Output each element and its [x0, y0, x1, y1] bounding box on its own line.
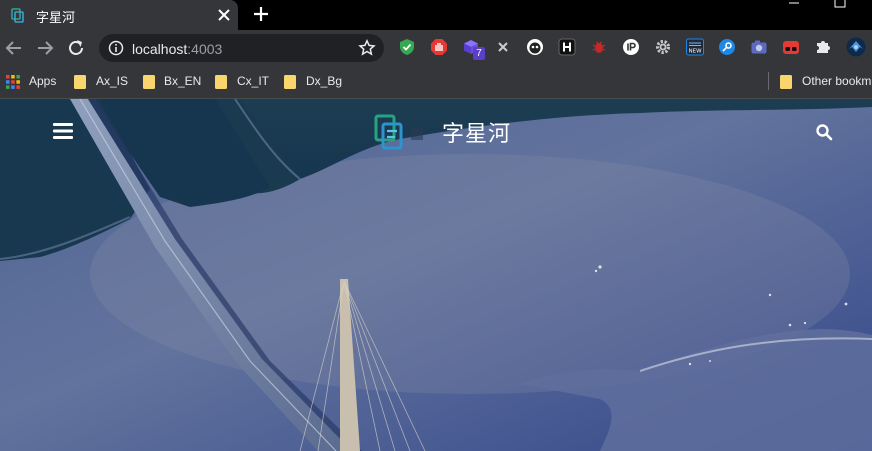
tab-title: 字星河	[36, 10, 76, 25]
new-badge-icon[interactable]: NEW	[686, 38, 704, 56]
hamburger-menu-icon[interactable]	[52, 121, 74, 141]
apps-grid-icon	[6, 75, 20, 89]
hand-stop-icon[interactable]	[430, 38, 448, 56]
key-icon[interactable]	[718, 38, 736, 56]
maximize-window-icon[interactable]	[834, 0, 846, 8]
back-arrow-icon[interactable]	[4, 38, 24, 58]
new-tab-icon[interactable]	[250, 3, 272, 25]
bookmarks-separator	[768, 72, 769, 90]
minimize-window-icon[interactable]	[788, 0, 800, 8]
folder-icon	[780, 75, 792, 89]
bookmark-label: Cx_IT	[237, 74, 270, 88]
h-extension-icon[interactable]	[558, 38, 576, 56]
folder-icon	[74, 75, 86, 89]
apps-shortcut[interactable]: Apps	[6, 73, 66, 91]
site-favicon-icon	[11, 8, 24, 23]
extension-badge-count: 7	[473, 47, 485, 60]
url-host: localhost	[132, 41, 188, 57]
bookmark-star-icon[interactable]	[358, 39, 376, 57]
site-title[interactable]: 字星河	[442, 121, 511, 147]
tab-strip: 字星河	[0, 0, 872, 30]
monster-icon[interactable]	[526, 38, 544, 56]
url-port: :4003	[187, 41, 223, 57]
browser-toolbar: localhost:4003 7 NEW	[0, 30, 872, 66]
close-tab-icon[interactable]	[214, 5, 234, 25]
camera-icon[interactable]	[750, 38, 768, 56]
browser-tab[interactable]: 字星河	[0, 0, 238, 30]
folder-icon	[215, 75, 227, 89]
reload-icon[interactable]	[66, 38, 86, 58]
bug-icon[interactable]	[590, 38, 608, 56]
gear-icon[interactable]	[654, 38, 672, 56]
site-logo[interactable]	[373, 113, 437, 153]
glasses-icon[interactable]	[782, 38, 800, 56]
svg-text:NEW: NEW	[688, 49, 702, 55]
cube-badge-extension[interactable]: 7	[462, 38, 486, 60]
ip-icon[interactable]	[622, 38, 640, 56]
apps-label: Apps	[29, 74, 57, 88]
bookmark-folder-dx-bg[interactable]: Dx_Bg	[284, 73, 344, 91]
bookmarks-bar: Apps Ax_IS Bx_EN Cx_IT Dx_Bg Other bookm	[0, 66, 872, 99]
site-info-icon[interactable]	[108, 40, 124, 56]
address-bar[interactable]: localhost:4003	[99, 34, 384, 62]
puzzle-icon[interactable]	[814, 38, 832, 56]
shield-check-icon[interactable]	[398, 38, 416, 56]
profile-avatar-icon[interactable]	[846, 37, 866, 57]
url-text: localhost:4003	[132, 41, 222, 57]
folder-icon	[143, 75, 155, 89]
page-viewport: 字星河	[0, 99, 872, 451]
folder-icon	[284, 75, 296, 89]
x-extension-icon[interactable]	[494, 38, 512, 56]
search-icon[interactable]	[815, 123, 833, 141]
other-bookmarks-label: Other bookm	[802, 74, 872, 88]
other-bookmarks-folder[interactable]: Other bookm	[780, 73, 872, 91]
bookmark-label: Ax_IS	[96, 74, 129, 88]
bookmark-folder-bx-en[interactable]: Bx_EN	[143, 73, 203, 91]
bookmark-folder-ax-is[interactable]: Ax_IS	[74, 73, 134, 91]
bookmark-folder-cx-it[interactable]: Cx_IT	[215, 73, 275, 91]
bookmark-label: Dx_Bg	[306, 74, 343, 88]
forward-arrow-icon[interactable]	[35, 38, 55, 58]
bookmark-label: Bx_EN	[164, 74, 202, 88]
